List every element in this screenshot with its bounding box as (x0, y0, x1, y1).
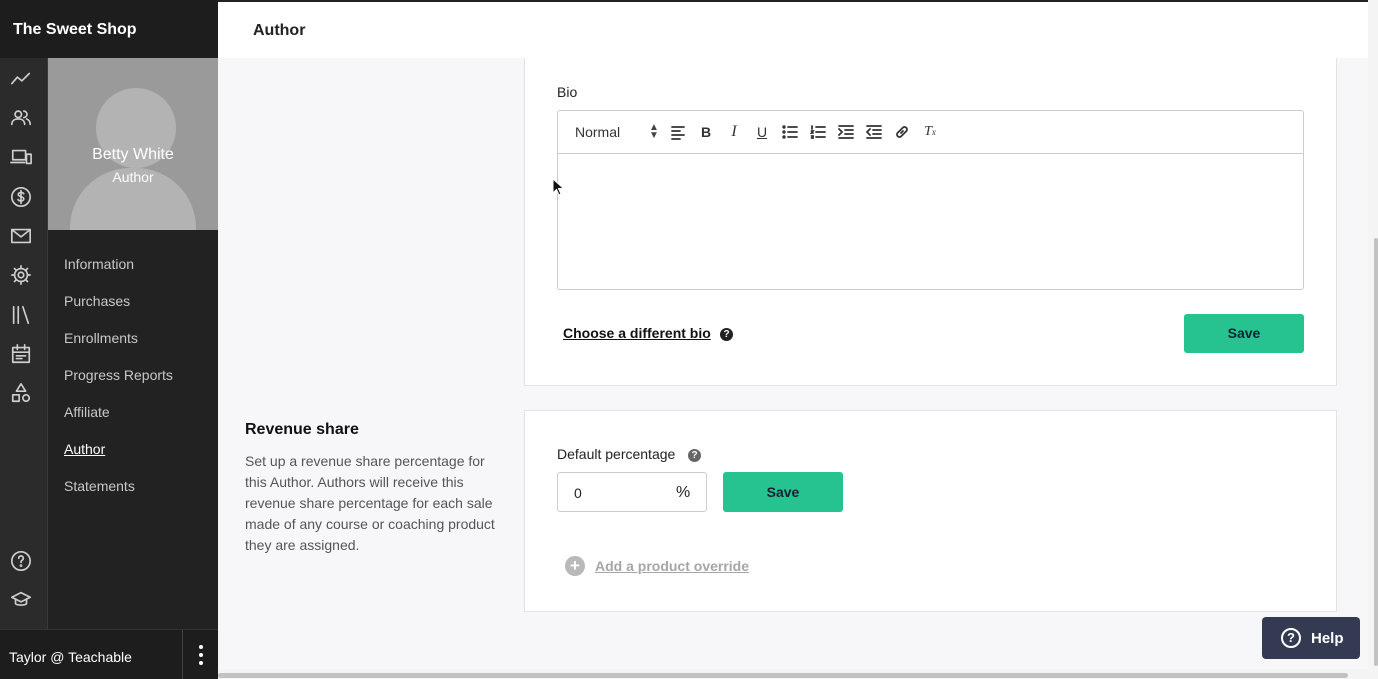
subnav-item-statements[interactable]: Statements (64, 477, 173, 514)
devices-icon[interactable] (9, 145, 33, 169)
format-select[interactable]: Normal (575, 124, 620, 140)
analytics-icon[interactable] (9, 67, 33, 91)
plus-circle-icon[interactable]: + (565, 556, 585, 576)
underline-icon[interactable]: U (753, 123, 771, 141)
bio-label: Bio (557, 84, 578, 100)
align-icon[interactable] (669, 123, 687, 141)
graduation-cap-icon[interactable] (9, 588, 33, 612)
author-subnav: Betty White Author Information Purchases… (48, 58, 218, 629)
add-override-link[interactable]: Add a product override (595, 558, 749, 574)
subnav-item-information[interactable]: Information (64, 255, 173, 292)
mouse-cursor-icon (552, 178, 564, 196)
percentage-unit: % (676, 484, 691, 501)
percentage-input[interactable]: 0 % (557, 472, 707, 512)
revenue-share-title: Revenue share (245, 421, 359, 438)
subnav-item-progress-reports[interactable]: Progress Reports (64, 366, 173, 403)
info-question-icon[interactable]: ? (720, 328, 733, 341)
bullet-list-icon[interactable] (781, 123, 799, 141)
more-vertical-icon[interactable] (182, 630, 218, 679)
bio-save-button[interactable]: Save (1184, 314, 1304, 353)
gear-icon[interactable] (9, 263, 33, 287)
bio-content[interactable] (558, 154, 1303, 289)
users-icon[interactable] (9, 106, 33, 130)
calendar-icon[interactable] (9, 342, 33, 366)
italic-icon[interactable]: I (725, 123, 743, 141)
revenue-share-description: Set up a revenue share percentage for th… (245, 453, 495, 553)
subnav-list: Information Purchases Enrollments Progre… (64, 255, 173, 514)
link-icon[interactable] (893, 123, 911, 141)
subnav-item-affiliate[interactable]: Affiliate (64, 403, 173, 440)
icon-rail (0, 58, 48, 629)
help-question-icon: ? (1281, 628, 1301, 648)
dollar-icon[interactable] (9, 185, 33, 209)
user-bar: Taylor @ Teachable (0, 629, 218, 679)
percentage-value[interactable]: 0 (574, 485, 582, 501)
help-button[interactable]: ? Help (1262, 617, 1360, 659)
profile-role: Author (112, 169, 154, 185)
ordered-list-icon[interactable] (809, 123, 827, 141)
revenue-save-button[interactable]: Save (723, 472, 843, 512)
outdent-icon[interactable] (865, 123, 883, 141)
editor-toolbar: Normal ▲ ▼ B I U Tx (558, 111, 1303, 154)
app-brand[interactable]: The Sweet Shop (0, 0, 218, 58)
subnav-item-author[interactable]: Author (64, 440, 173, 477)
shapes-icon[interactable] (9, 381, 33, 405)
horizontal-scrollbar[interactable] (218, 669, 1368, 679)
clear-format-icon[interactable]: Tx (921, 123, 939, 141)
bio-editor: Normal ▲ ▼ B I U Tx (557, 110, 1304, 290)
bold-icon[interactable]: B (697, 123, 715, 141)
select-arrows-icon[interactable]: ▲ ▼ (649, 123, 659, 141)
vertical-scrollbar[interactable] (1368, 0, 1378, 679)
mail-icon[interactable] (9, 224, 33, 248)
indent-icon[interactable] (837, 123, 855, 141)
page-header: Author (218, 0, 1368, 58)
profile-name: Betty White (92, 146, 174, 163)
percentage-help-icon[interactable]: ? (688, 449, 701, 462)
page-title: Author (253, 22, 306, 39)
user-label[interactable]: Taylor @ Teachable (9, 649, 132, 665)
library-icon[interactable] (9, 303, 33, 327)
choose-bio-link[interactable]: Choose a different bio (563, 325, 711, 341)
subnav-item-purchases[interactable]: Purchases (64, 292, 173, 329)
subnav-item-enrollments[interactable]: Enrollments (64, 329, 173, 366)
default-percentage-label: Default percentage (557, 446, 676, 462)
help-label: Help (1311, 630, 1344, 647)
profile-header: Betty White Author (48, 58, 218, 230)
help-circle-icon[interactable] (9, 549, 33, 573)
